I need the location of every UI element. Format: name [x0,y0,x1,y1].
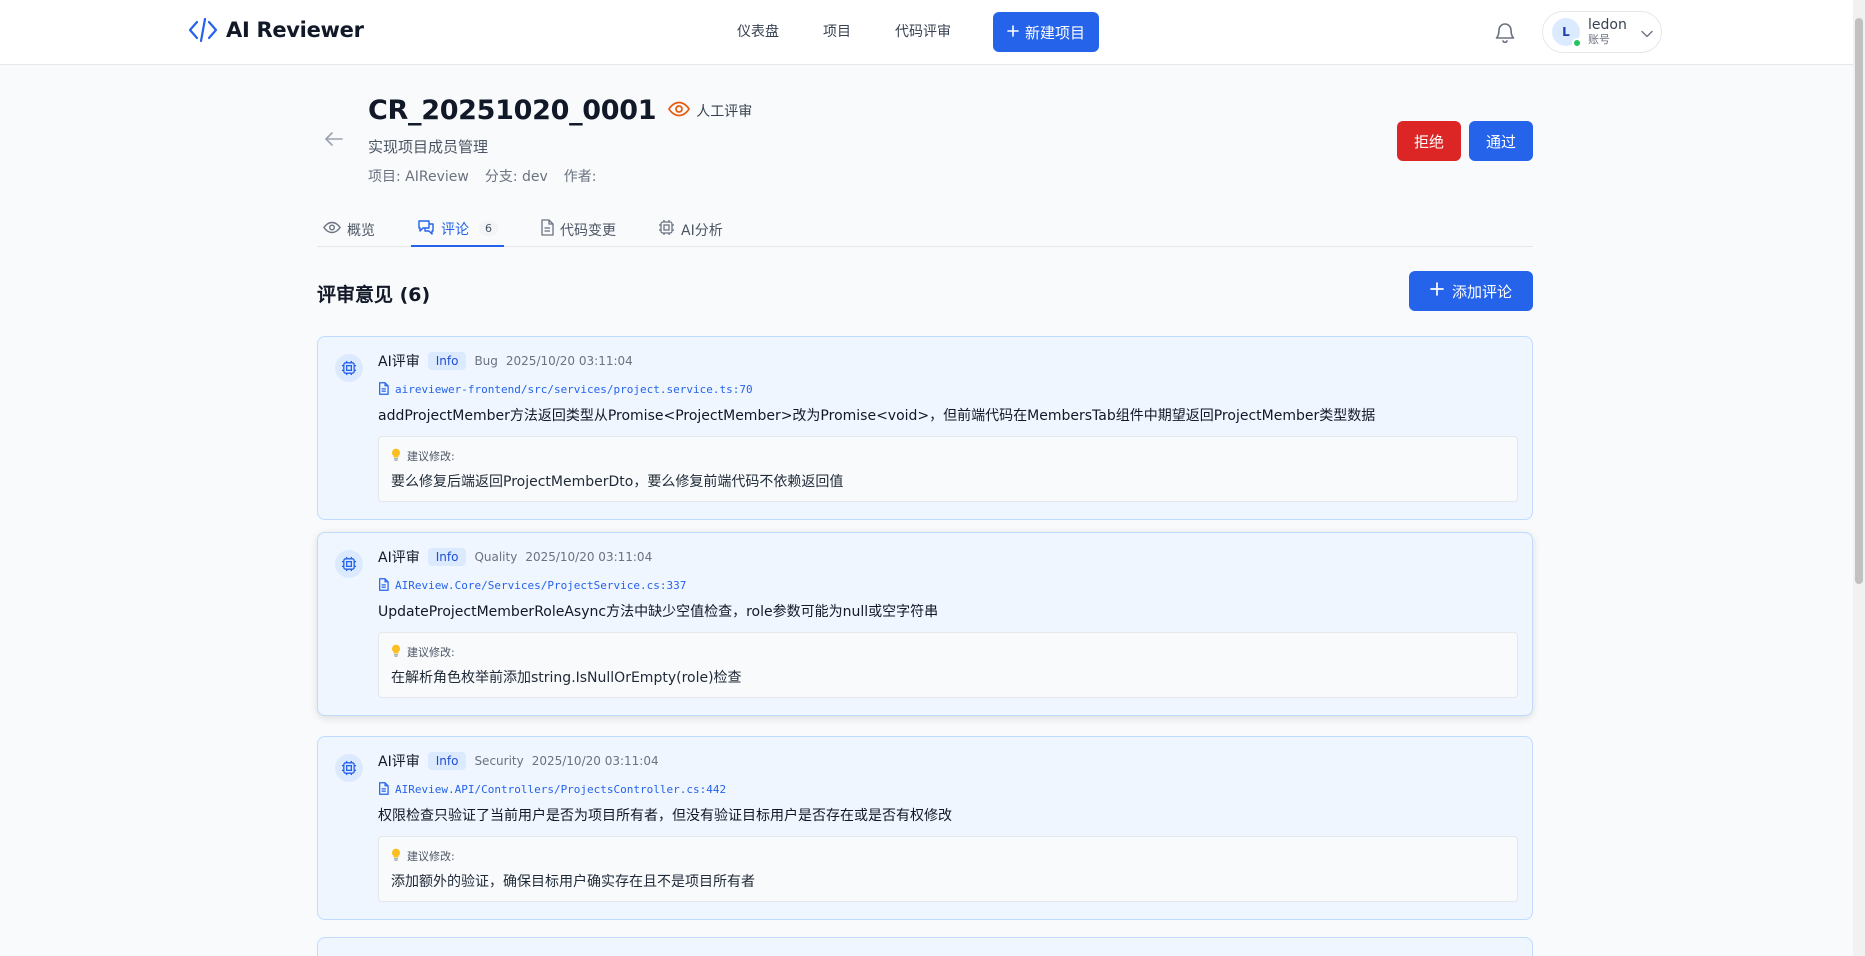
comment-icon [417,219,435,239]
user-menu[interactable]: L ledon 账号 [1542,11,1662,53]
suggestion-box: 建议修改: 在解析角色枚举前添加string.IsNullOrEmpty(rol… [378,632,1518,698]
review-type: 人工评审 [668,101,752,121]
file-path: AIReview.Core/Services/ProjectService.cs… [395,579,687,592]
avatar-initial: L [1562,25,1570,39]
review-actions: 拒绝 通过 [1397,121,1533,161]
comment-author: AI评审 [378,754,420,770]
comment-card[interactable]: AI评审 Info Security 2025/10/20 03:11:04 A… [317,736,1533,920]
bell-icon[interactable] [1494,20,1516,48]
main-nav: 仪表盘 项目 代码评审 新建项目 [715,12,1100,52]
review-meta: 项目: AIReview 分支: dev 作者: [368,166,597,186]
comment-category: Security [474,754,524,768]
lightbulb-icon [391,848,401,864]
nav-dashboard[interactable]: 仪表盘 [715,12,801,52]
user-role: 账号 [1588,32,1610,46]
file-icon [540,219,554,240]
file-icon [378,576,389,595]
comment-file-link[interactable]: aireviewer-frontend/src/services/project… [378,380,753,399]
file-path: AIReview.API/Controllers/ProjectsControl… [395,783,727,796]
plus-icon [1007,24,1019,41]
branch-meta: 分支: dev [484,169,548,185]
app-name: AI Reviewer [226,18,364,42]
suggestion-text: 在解析角色枚举前添加string.IsNullOrEmpty(role)检查 [391,670,742,686]
tab-code-changes[interactable]: 代码变更 [534,212,622,247]
comment-message: addProjectMember方法返回类型从Promise<ProjectMe… [378,408,1376,424]
new-project-button[interactable]: 新建项目 [993,12,1100,52]
review-tabs: 概览 评论 6 代码变更 AI分析 [317,212,1533,247]
user-name: ledon [1588,17,1627,34]
tab-ai-analysis[interactable]: AI分析 [652,212,729,247]
back-arrow-icon[interactable] [324,131,344,151]
tab-overview[interactable]: 概览 [317,212,381,247]
eye-icon [668,101,691,121]
comments-count-badge: 6 [479,221,498,236]
comment-time: 2025/10/20 03:11:04 [531,754,659,768]
eye-icon [323,221,341,238]
comment-time: 2025/10/20 03:11:04 [525,550,653,564]
ai-chip-icon [335,754,363,782]
tab-code-changes-label: 代码变更 [560,222,616,239]
add-comment-button[interactable]: 添加评论 [1409,271,1533,311]
severity-badge: Info [427,752,467,770]
suggestion-box: 建议修改: 添加额外的验证，确保目标用户确实存在且不是项目所有者 [378,836,1518,902]
file-icon [378,380,389,399]
top-navbar: AI Reviewer 仪表盘 项目 代码评审 新建项目 L ledon 账号 [0,0,1853,65]
file-icon [378,780,389,799]
comment-author: AI评审 [378,550,420,566]
code-icon [188,16,218,44]
tab-ai-analysis-label: AI分析 [681,222,723,239]
severity-badge: Info [427,548,467,566]
comment-file-link[interactable]: AIReview.API/Controllers/ProjectsControl… [378,780,726,799]
comment-card[interactable]: AI评审 Info Quality 2025/10/20 03:11:04 AI… [317,532,1533,716]
file-path: aireviewer-frontend/src/services/project… [395,383,753,396]
suggestion-label: 建议修改: [407,646,455,659]
chip-icon [658,219,675,240]
comment-author: AI评审 [378,354,420,370]
scrollbar-thumb[interactable] [1855,18,1863,584]
scrollbar[interactable] [1853,0,1865,956]
chevron-down-icon [1641,23,1653,42]
nav-code-review[interactable]: 代码评审 [873,12,973,52]
review-id: CR_20251020_0001 [368,95,657,126]
suggestion-label: 建议修改: [407,850,455,863]
avatar: L [1552,18,1582,48]
lightbulb-icon [391,644,401,660]
tab-comments-label: 评论 [441,221,469,238]
review-title-row: CR_20251020_0001 人工评审 [368,95,752,126]
ai-chip-icon [335,550,363,578]
lightbulb-icon [391,448,401,464]
plus-icon [1430,282,1444,300]
comment-message: 权限检查只验证了当前用户是否为项目所有者，但没有验证目标用户是否存在或是否有权修… [378,808,952,824]
comment-file-link[interactable]: AIReview.Core/Services/ProjectService.cs… [378,576,686,595]
severity-badge: Info [427,352,467,370]
project-meta: 项目: AIReview [368,169,469,185]
brand[interactable]: AI Reviewer [188,16,364,44]
online-status-dot [1572,38,1582,48]
nav-projects[interactable]: 项目 [801,12,873,52]
comment-card-partial[interactable] [317,937,1533,956]
author-meta: 作者: [563,169,597,185]
ai-chip-icon [335,354,363,382]
comment-message: UpdateProjectMemberRoleAsync方法中缺少空值检查，ro… [378,604,939,620]
comment-time: 2025/10/20 03:11:04 [505,354,633,368]
tab-overview-label: 概览 [347,222,375,239]
comment-category: Quality [474,550,518,564]
new-project-label: 新建项目 [1025,24,1086,42]
comment-category: Bug [474,354,498,368]
reject-button[interactable]: 拒绝 [1397,121,1461,161]
suggestion-text: 要么修复后端返回ProjectMemberDto，要么修复前端代码不依赖返回值 [391,474,844,490]
tab-comments[interactable]: 评论 6 [411,212,504,247]
comment-card[interactable]: AI评审 Info Bug 2025/10/20 03:11:04 airevi… [317,336,1533,520]
review-subtitle: 实现项目成员管理 [368,138,489,156]
add-comment-label: 添加评论 [1451,283,1512,301]
suggestion-text: 添加额外的验证，确保目标用户确实存在且不是项目所有者 [391,874,755,890]
approve-button[interactable]: 通过 [1469,121,1533,161]
suggestion-box: 建议修改: 要么修复后端返回ProjectMemberDto，要么修复前端代码不… [378,436,1518,502]
review-type-label: 人工评审 [696,103,753,120]
comments-section-title: 评审意见 (6) [317,284,431,306]
suggestion-label: 建议修改: [407,450,455,463]
